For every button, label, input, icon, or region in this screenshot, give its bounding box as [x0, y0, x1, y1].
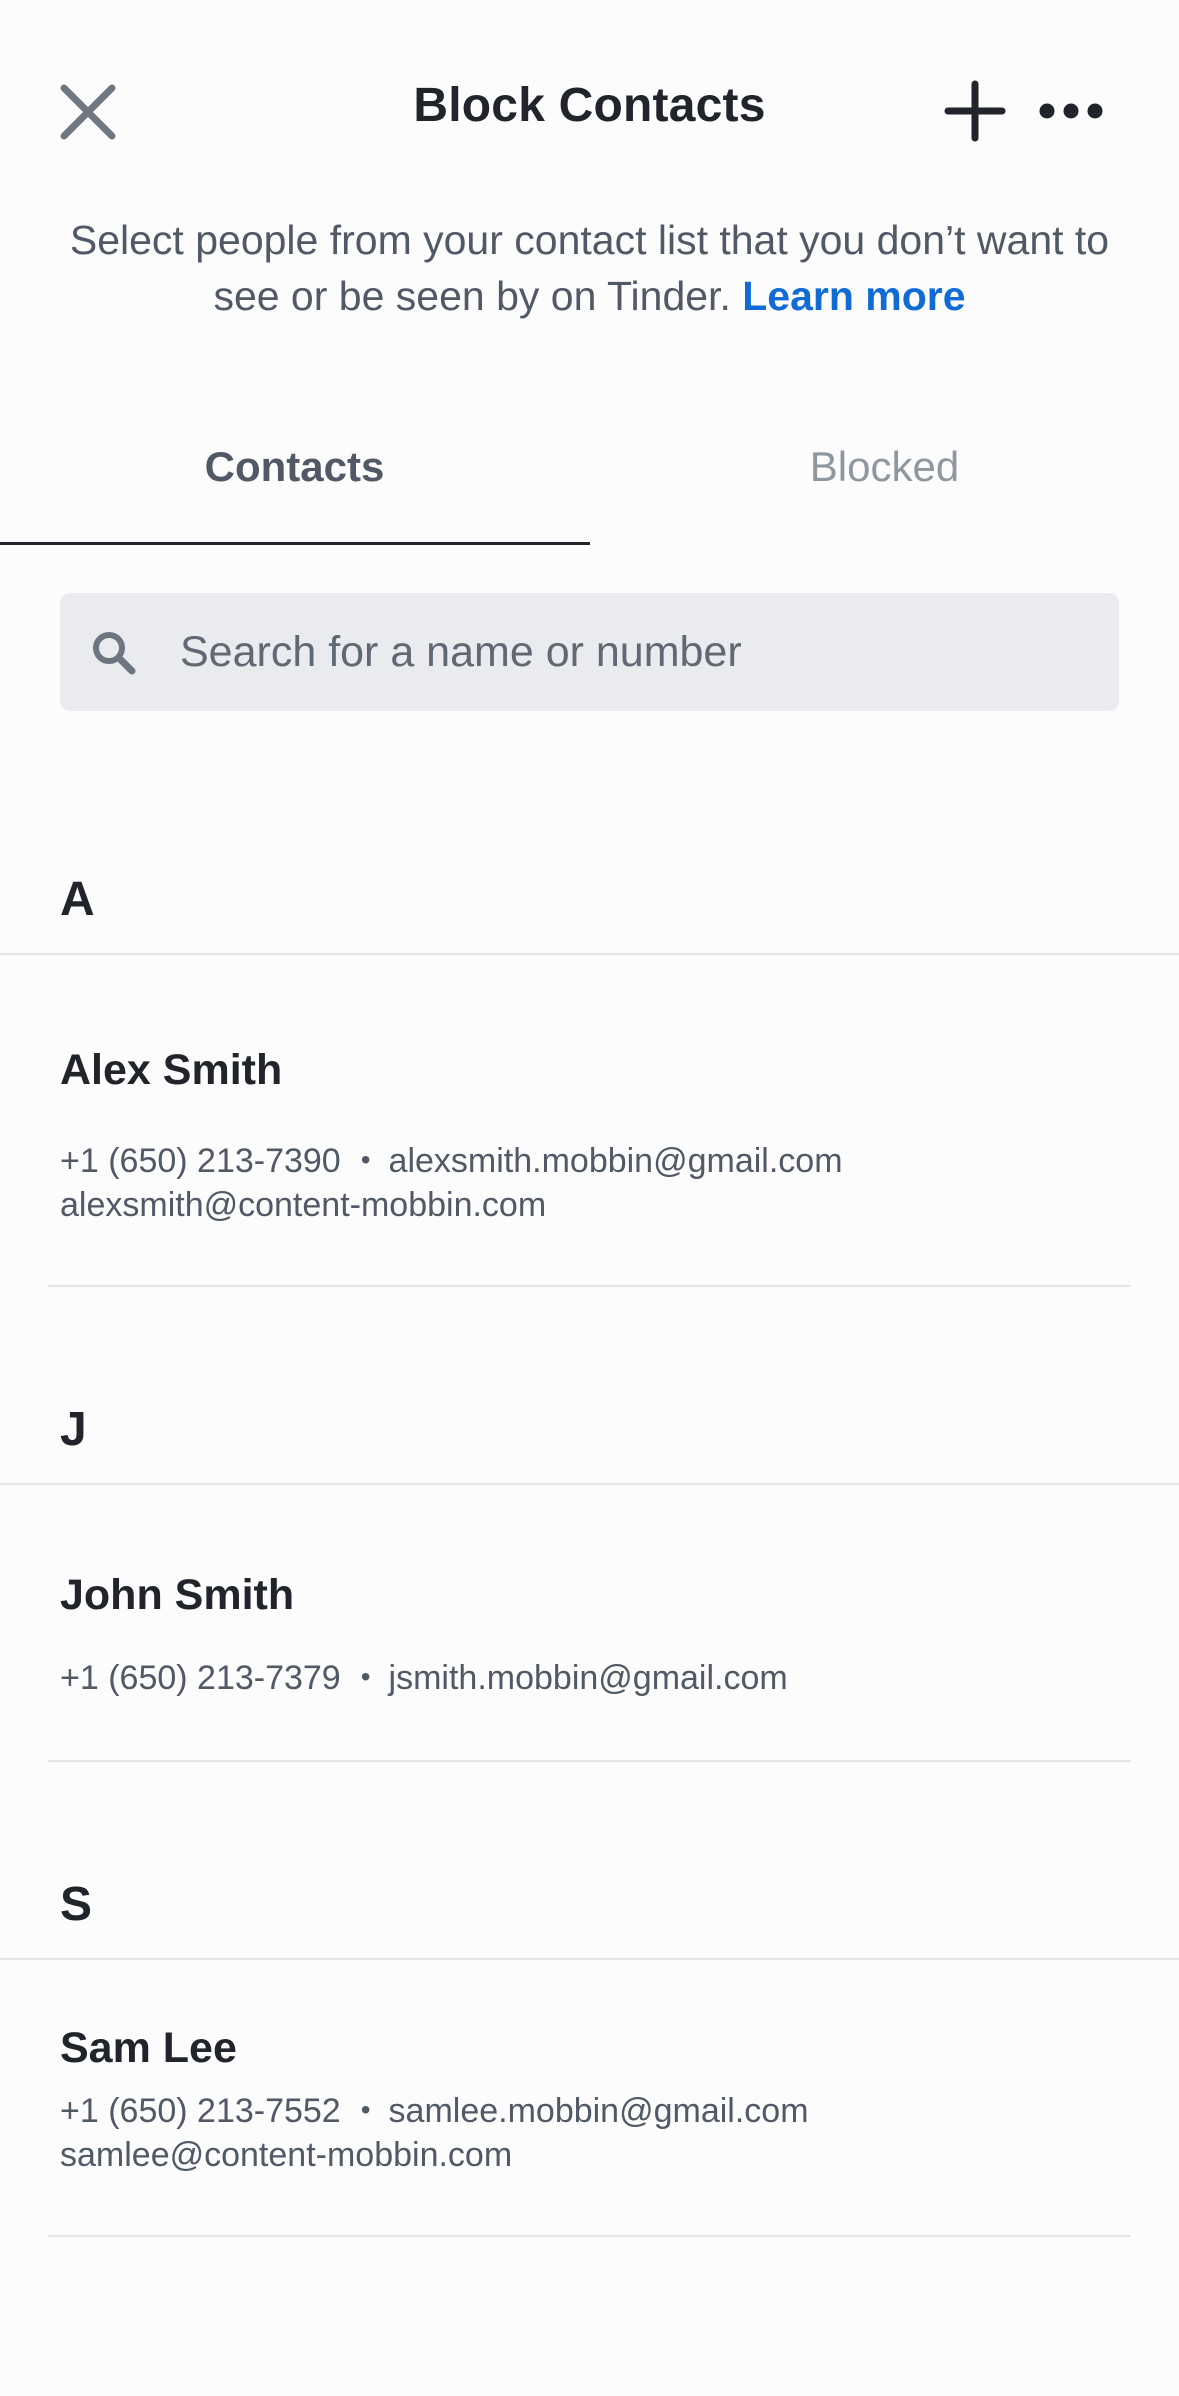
- more-horizontal-icon: [1039, 103, 1103, 119]
- section-divider: [0, 953, 1179, 955]
- contact-details: +1 (650) 213-7390 • alexsmith.mobbin@gmail…: [60, 1142, 843, 1181]
- contact-email-secondary: samlee@content-mobbin.com: [60, 2136, 513, 2174]
- contact-row-alex-smith[interactable]: Alex Smith +1 (650) 213-7390 • alexsmith.m…: [0, 1046, 1179, 1286]
- tab-bar: Contacts Blocked: [0, 420, 1179, 548]
- tab-contacts[interactable]: Contacts: [0, 420, 589, 548]
- more-options-button[interactable]: [1038, 96, 1104, 126]
- contact-email: alexsmith.mobbin@gmail.com: [388, 1142, 843, 1180]
- section-divider: [0, 1958, 1179, 1960]
- contact-details: +1 (650) 213-7552 • samlee.mobbin@gmail.co…: [60, 2092, 809, 2131]
- section-header-j: J: [60, 1403, 87, 1456]
- contact-phone: +1 (650) 213-7390: [60, 1142, 341, 1180]
- section-header-s: S: [60, 1878, 93, 1931]
- description-text: Select people from your contact list tha…: [60, 212, 1119, 324]
- search-input[interactable]: Search for a name or number: [60, 593, 1119, 711]
- header-bar: Block Contacts: [0, 0, 1179, 220]
- contact-email: jsmith.mobbin@gmail.com: [388, 1659, 788, 1697]
- section-header-a: A: [60, 873, 95, 926]
- contact-phone: +1 (650) 213-7379: [60, 1659, 341, 1697]
- contact-row-john-smith[interactable]: John Smith +1 (650) 213-7379 • jsmith.mobb…: [0, 1571, 1179, 1761]
- search-icon: [93, 632, 136, 675]
- search-placeholder: Search for a name or number: [180, 628, 742, 676]
- plus-icon: [944, 80, 1006, 142]
- add-contact-button[interactable]: [944, 80, 1006, 142]
- separator-dot: •: [360, 2094, 371, 2125]
- separator-dot: •: [360, 1661, 371, 1692]
- row-divider: [48, 1285, 1131, 1287]
- tab-blocked[interactable]: Blocked: [590, 420, 1179, 548]
- contact-name: Alex Smith: [60, 1046, 283, 1094]
- contact-email-secondary: alexsmith@content-mobbin.com: [60, 1186, 547, 1224]
- contact-name: Sam Lee: [60, 2024, 237, 2072]
- row-divider: [48, 1760, 1131, 1762]
- row-divider: [48, 2235, 1131, 2237]
- contact-details: +1 (650) 213-7379 • jsmith.mobbin@gmail.co…: [60, 1659, 788, 1698]
- active-tab-indicator: [0, 542, 590, 545]
- contact-phone: +1 (650) 213-7552: [60, 2092, 341, 2130]
- separator-dot: •: [360, 1144, 371, 1175]
- contact-email: samlee.mobbin@gmail.com: [388, 2092, 809, 2130]
- learn-more-link[interactable]: Learn more: [742, 273, 965, 319]
- section-divider: [0, 1483, 1179, 1485]
- contact-row-sam-lee[interactable]: Sam Lee +1 (650) 213-7552 • samlee.mobbin@…: [0, 2024, 1179, 2234]
- contact-name: John Smith: [60, 1571, 295, 1619]
